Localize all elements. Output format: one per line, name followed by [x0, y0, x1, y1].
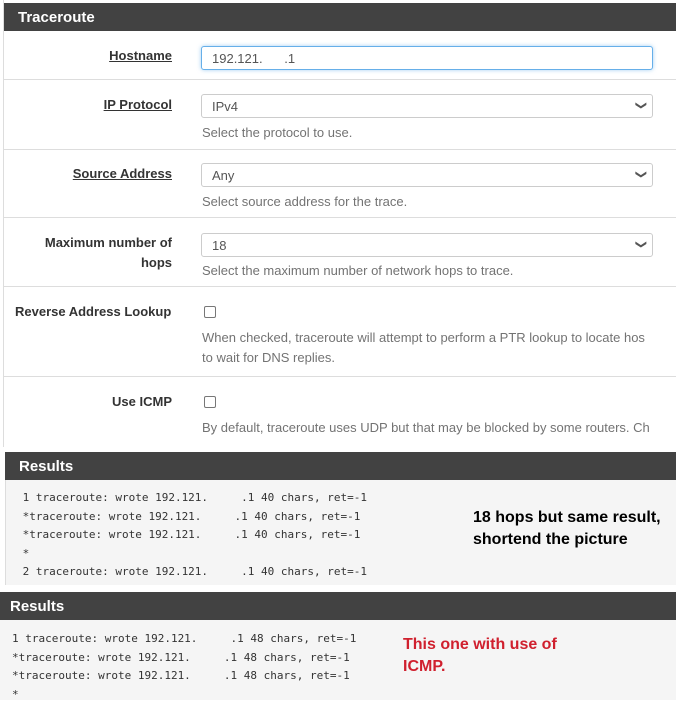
hostname-value: 192.121. .1 — [212, 51, 295, 66]
result-line: *traceroute: wrote 192.121. .1 48 chars,… — [12, 667, 397, 686]
chevron-down-icon: ❯ — [635, 170, 648, 179]
reverse-lookup-label: Reverse Address Lookup — [15, 304, 171, 319]
annotation-note-icmp: This one with use of ICMP. — [403, 634, 557, 678]
source-address-help: Select source address for the trace. — [202, 192, 407, 212]
ip-protocol-value: IPv4 — [212, 99, 238, 114]
source-address-value: Any — [212, 168, 234, 183]
hostname-input[interactable]: 192.121. .1 — [201, 46, 653, 70]
note-line: This one with use of — [403, 634, 557, 656]
result-line: *traceroute: wrote 192.121. .1 48 chars,… — [12, 649, 397, 668]
source-address-label: Source Address — [73, 166, 172, 181]
max-hops-row: Maximum number of hops 18 ❯ Select the ma… — [4, 218, 676, 287]
chevron-down-icon: ❯ — [635, 101, 648, 110]
panel-header: Traceroute — [4, 3, 676, 31]
reverse-lookup-help-1: When checked, traceroute will attempt to… — [202, 328, 645, 348]
results-header-icmp: Results — [0, 592, 676, 620]
result-line: 1 traceroute: wrote 192.121. .1 40 chars… — [16, 489, 416, 508]
annotation-note: 18 hops but same result, shortend the pi… — [473, 507, 661, 551]
hostname-label: Hostname — [109, 48, 172, 63]
traceroute-panel: Traceroute Hostname 192.121. .1 IP Proto… — [3, 0, 676, 447]
ip-protocol-help: Select the protocol to use. — [202, 123, 352, 143]
result-line: *traceroute: wrote 192.121. .1 40 chars,… — [16, 526, 416, 545]
result-line: 1 traceroute: wrote 192.121. .1 48 chars… — [12, 630, 397, 649]
max-hops-label-1: Maximum number of — [45, 235, 172, 250]
results-text: 1 traceroute: wrote 192.121. .1 40 chars… — [16, 489, 416, 582]
result-line: *traceroute: wrote 192.121. .1 40 chars,… — [16, 508, 416, 527]
result-line: 2 traceroute: wrote 192.121. .1 40 chars… — [16, 563, 416, 582]
use-icmp-help: By default, traceroute uses UDP but that… — [202, 418, 650, 438]
source-address-row: Source Address Any ❯ Select source addres… — [4, 150, 676, 218]
reverse-lookup-row: Reverse Address Lookup When checked, tra… — [4, 287, 676, 377]
note-line: ICMP. — [403, 656, 557, 678]
results-header: Results — [5, 452, 676, 480]
results-output: 1 traceroute: wrote 192.121. .1 40 chars… — [5, 480, 676, 585]
result-line: * — [12, 686, 397, 704]
use-icmp-row: Use ICMP By default, traceroute uses UDP… — [4, 377, 676, 447]
note-line: shortend the picture — [473, 529, 661, 551]
ip-protocol-row: IP Protocol IPv4 ❯ Select the protocol to… — [4, 80, 676, 150]
result-line: * — [16, 545, 416, 564]
max-hops-help: Select the maximum number of network hop… — [202, 261, 513, 281]
ip-protocol-label: IP Protocol — [104, 97, 172, 112]
use-icmp-label: Use ICMP — [112, 394, 172, 409]
source-address-select[interactable]: Any ❯ — [201, 163, 653, 187]
results-output-icmp: 1 traceroute: wrote 192.121. .1 48 chars… — [0, 620, 676, 700]
max-hops-value: 18 — [212, 238, 226, 253]
results-text-icmp: 1 traceroute: wrote 192.121. .1 48 chars… — [12, 630, 397, 704]
note-line: 18 hops but same result, — [473, 507, 661, 529]
reverse-lookup-help-2: to wait for DNS replies. — [202, 348, 335, 368]
max-hops-select[interactable]: 18 ❯ — [201, 233, 653, 257]
hostname-row: Hostname 192.121. .1 — [4, 31, 676, 80]
chevron-down-icon: ❯ — [635, 240, 648, 249]
reverse-lookup-checkbox[interactable] — [204, 306, 216, 318]
use-icmp-checkbox[interactable] — [204, 396, 216, 408]
ip-protocol-select[interactable]: IPv4 ❯ — [201, 94, 653, 118]
max-hops-label-2: hops — [141, 255, 172, 270]
